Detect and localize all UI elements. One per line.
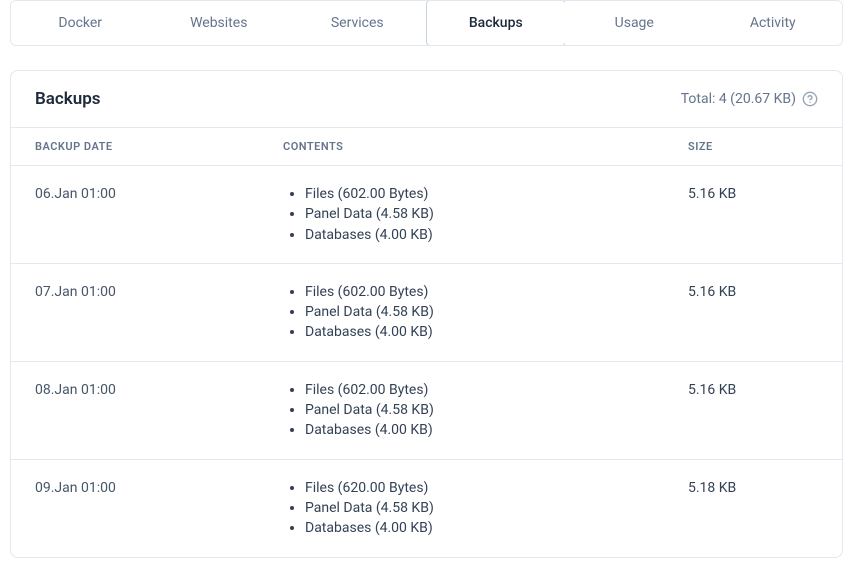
backup-contents: Files (602.00 Bytes)Panel Data (4.58 KB)… — [283, 380, 688, 441]
list-item: Files (602.00 Bytes) — [305, 282, 688, 302]
backup-size: 5.16 KB — [688, 184, 818, 245]
list-item: Databases (4.00 KB) — [305, 420, 688, 440]
backup-rows: 06.Jan 01:00Files (602.00 Bytes)Panel Da… — [11, 166, 842, 557]
table-row[interactable]: 08.Jan 01:00Files (602.00 Bytes)Panel Da… — [11, 362, 842, 460]
total-text: Total: 4 (20.67 KB) — [681, 91, 796, 107]
list-item: Databases (4.00 KB) — [305, 518, 688, 538]
panel-total: Total: 4 (20.67 KB) — [681, 91, 818, 107]
column-header-contents: CONTENTS — [283, 140, 688, 153]
backup-date: 07.Jan 01:00 — [35, 282, 283, 343]
column-header-size: SIZE — [688, 140, 818, 153]
backup-size: 5.16 KB — [688, 380, 818, 441]
list-item: Databases (4.00 KB) — [305, 225, 688, 245]
list-item: Panel Data (4.58 KB) — [305, 498, 688, 518]
backup-contents: Files (602.00 Bytes)Panel Data (4.58 KB)… — [283, 184, 688, 245]
tabs-nav: Docker Websites Services Backups Usage A… — [10, 0, 843, 46]
backup-date: 08.Jan 01:00 — [35, 380, 283, 441]
tab-activity[interactable]: Activity — [704, 1, 843, 45]
panel-header: Backups Total: 4 (20.67 KB) — [11, 71, 842, 128]
tab-services[interactable]: Services — [288, 1, 427, 45]
panel-title: Backups — [35, 89, 101, 109]
list-item: Files (620.00 Bytes) — [305, 478, 688, 498]
backups-panel: Backups Total: 4 (20.67 KB) BACKUP DATE … — [10, 70, 843, 558]
table-row[interactable]: 06.Jan 01:00Files (602.00 Bytes)Panel Da… — [11, 166, 842, 264]
tab-websites[interactable]: Websites — [150, 1, 289, 45]
list-item: Databases (4.00 KB) — [305, 322, 688, 342]
list-item: Files (602.00 Bytes) — [305, 380, 688, 400]
table-row[interactable]: 09.Jan 01:00Files (620.00 Bytes)Panel Da… — [11, 460, 842, 557]
tab-backups[interactable]: Backups — [426, 0, 567, 46]
tab-docker[interactable]: Docker — [11, 1, 150, 45]
column-header-date: BACKUP DATE — [35, 140, 283, 153]
column-headers: BACKUP DATE CONTENTS SIZE — [11, 128, 842, 166]
list-item: Panel Data (4.58 KB) — [305, 400, 688, 420]
backup-size: 5.18 KB — [688, 478, 818, 539]
backup-contents: Files (602.00 Bytes)Panel Data (4.58 KB)… — [283, 282, 688, 343]
backup-date: 09.Jan 01:00 — [35, 478, 283, 539]
list-item: Files (602.00 Bytes) — [305, 184, 688, 204]
backup-size: 5.16 KB — [688, 282, 818, 343]
tab-usage[interactable]: Usage — [565, 1, 704, 45]
help-icon[interactable] — [802, 91, 818, 107]
list-item: Panel Data (4.58 KB) — [305, 204, 688, 224]
table-row[interactable]: 07.Jan 01:00Files (602.00 Bytes)Panel Da… — [11, 264, 842, 362]
list-item: Panel Data (4.58 KB) — [305, 302, 688, 322]
backup-contents: Files (620.00 Bytes)Panel Data (4.58 KB)… — [283, 478, 688, 539]
backup-date: 06.Jan 01:00 — [35, 184, 283, 245]
